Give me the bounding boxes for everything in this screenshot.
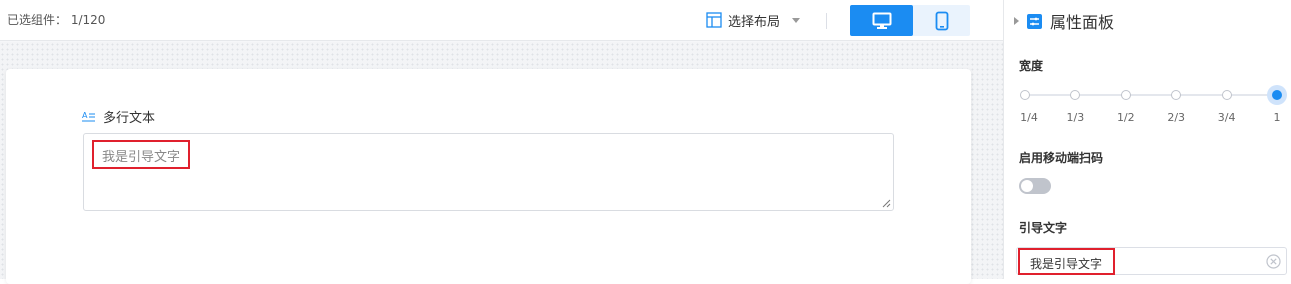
- resize-grip-icon[interactable]: [882, 199, 891, 208]
- mobile-icon: [935, 11, 948, 30]
- editor-toolbar: 已选组件： 1/120 选择布局: [0, 0, 1003, 41]
- width-tick-label: 1/3: [1066, 111, 1085, 124]
- multiline-text-icon: A: [82, 111, 95, 121]
- width-tick-label: 1: [1273, 111, 1281, 124]
- width-slider[interactable]: [1020, 85, 1287, 105]
- slider-stop[interactable]: [1020, 90, 1030, 100]
- toolbar-divider: [826, 13, 827, 29]
- layout-icon: [706, 12, 722, 28]
- panel-title: 属性面板: [1050, 13, 1115, 32]
- clear-icon[interactable]: [1266, 254, 1281, 269]
- slider-stop[interactable]: [1221, 90, 1232, 100]
- hint-text-input[interactable]: 我是引导文字: [1016, 247, 1287, 275]
- hint-text-label: 引导文字: [1019, 221, 1068, 235]
- property-panel: 属性面板 宽度 启用移动端扫码 引导文字 我是引导文字 1/4 1/3 1/2 2/3…: [1003, 0, 1291, 279]
- settings-toggle-icon: [1027, 13, 1042, 29]
- caret-down-icon: [792, 17, 801, 23]
- slider-handle[interactable]: [1267, 85, 1287, 105]
- width-tick-label: 1/2: [1116, 111, 1135, 124]
- field-label: A 多行文本: [82, 107, 155, 126]
- svg-text:A: A: [82, 111, 88, 120]
- mobile-scan-label: 启用移动端扫码: [1019, 151, 1104, 165]
- slider-track: [1025, 94, 1277, 96]
- monitor-icon: [872, 12, 891, 29]
- width-label: 宽度: [1019, 59, 1044, 73]
- slider-stop[interactable]: [1120, 90, 1131, 100]
- width-tick-label: 3/4: [1217, 111, 1236, 124]
- form-card[interactable]: A 多行文本 我是引导文字: [6, 69, 971, 284]
- mobile-view-button[interactable]: [913, 5, 970, 36]
- field-label-text: 多行文本: [103, 111, 156, 126]
- layout-select-label: 选择布局: [728, 14, 781, 30]
- textarea-placeholder: 我是引导文字: [92, 140, 190, 169]
- layout-select-dropdown[interactable]: 选择布局: [706, 10, 801, 30]
- panel-header[interactable]: 属性面板: [1014, 9, 1114, 33]
- hint-text-value: 我是引导文字: [1018, 248, 1115, 275]
- slider-stop[interactable]: [1171, 90, 1182, 100]
- expand-arrow-icon: [1014, 17, 1019, 25]
- toggle-knob: [1021, 180, 1033, 192]
- width-tick-label: 1/4: [1020, 111, 1038, 124]
- form-editor: 已选组件： 1/120 选择布局 A 多行文本 我是引导文字: [0, 0, 1003, 284]
- multiline-textarea[interactable]: 我是引导文字: [83, 133, 894, 211]
- slider-stop[interactable]: [1070, 90, 1081, 100]
- selected-component-count: 已选组件： 1/120: [7, 13, 106, 27]
- pc-view-button[interactable]: [850, 5, 913, 36]
- device-switch: [850, 5, 970, 36]
- width-tick-label: 2/3: [1167, 111, 1186, 124]
- mobile-scan-toggle[interactable]: [1019, 178, 1051, 194]
